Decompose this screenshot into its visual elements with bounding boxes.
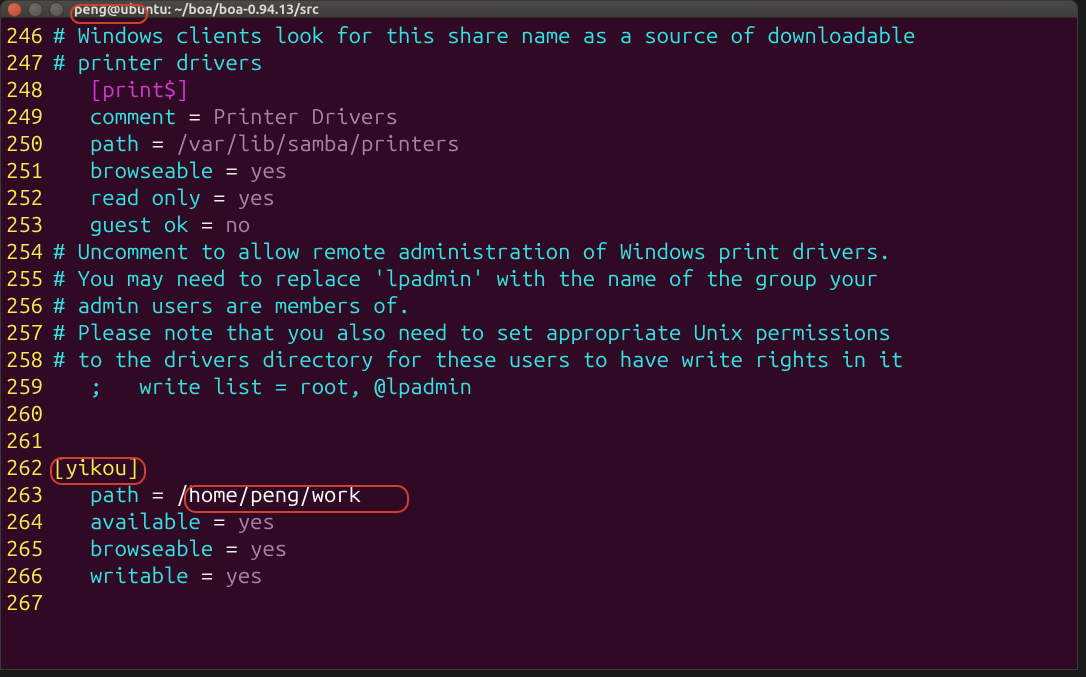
line-number: 252 <box>1 184 53 211</box>
line-number: 249 <box>1 103 53 130</box>
editor-area[interactable]: 246# Windows clients look for this share… <box>1 18 1077 670</box>
code-line: 267 <box>1 589 1077 616</box>
code-content: # Please note that you also need to set … <box>53 319 891 346</box>
code-line: 265 browseable = yes <box>1 535 1077 562</box>
line-number: 254 <box>1 238 53 265</box>
window-title: peng@ubuntu: ~/boa/boa-0.94.13/src <box>74 1 319 17</box>
code-line: 256# admin users are members of. <box>1 292 1077 319</box>
line-number: 266 <box>1 562 53 589</box>
code-content: browseable = yes <box>53 157 287 184</box>
code-content: available = yes <box>53 508 275 535</box>
line-number: 267 <box>1 589 53 616</box>
code-content: writable = yes <box>53 562 262 589</box>
code-content: # printer drivers <box>53 49 262 76</box>
code-content: [print$] <box>53 76 189 103</box>
code-line: 262[yikou] <box>1 454 1077 481</box>
code-content: guest ok = no <box>53 211 250 238</box>
code-line: 250 path = /var/lib/samba/printers <box>1 130 1077 157</box>
code-content: # Uncomment to allow remote administrati… <box>53 238 891 265</box>
code-line: 263 path = /home/peng/work <box>1 481 1077 508</box>
code-line: 264 available = yes <box>1 508 1077 535</box>
code-line: 248 [print$] <box>1 76 1077 103</box>
line-number: 247 <box>1 49 53 76</box>
terminal-window: peng@ubuntu: ~/boa/boa-0.94.13/src 246# … <box>0 0 1078 670</box>
line-number: 253 <box>1 211 53 238</box>
line-number: 246 <box>1 22 53 49</box>
code-content: ; write list = root, @lpadmin <box>53 373 472 400</box>
code-content: read only = yes <box>53 184 275 211</box>
code-content: path = /home/peng/work <box>53 481 361 508</box>
code-line: 258# to the drivers directory for these … <box>1 346 1077 373</box>
line-number: 255 <box>1 265 53 292</box>
code-line: 252 read only = yes <box>1 184 1077 211</box>
code-line: 261 <box>1 427 1077 454</box>
maximize-icon[interactable] <box>49 2 64 17</box>
line-number: 248 <box>1 76 53 103</box>
line-number: 261 <box>1 427 53 454</box>
code-content: # Windows clients look for this share na… <box>53 22 915 49</box>
code-line: 246# Windows clients look for this share… <box>1 22 1077 49</box>
code-line: 257# Please note that you also need to s… <box>1 319 1077 346</box>
code-line: 259 ; write list = root, @lpadmin <box>1 373 1077 400</box>
line-number: 260 <box>1 400 53 427</box>
code-line: 251 browseable = yes <box>1 157 1077 184</box>
code-line: 254# Uncomment to allow remote administr… <box>1 238 1077 265</box>
line-number: 262 <box>1 454 53 481</box>
code-line: 260 <box>1 400 1077 427</box>
code-content: browseable = yes <box>53 535 287 562</box>
code-content: # to the drivers directory for these use… <box>53 346 903 373</box>
close-icon[interactable] <box>7 2 22 17</box>
titlebar[interactable]: peng@ubuntu: ~/boa/boa-0.94.13/src <box>1 1 1077 18</box>
line-number: 256 <box>1 292 53 319</box>
code-line: 253 guest ok = no <box>1 211 1077 238</box>
code-line: 266 writable = yes <box>1 562 1077 589</box>
minimize-icon[interactable] <box>28 2 43 17</box>
line-number: 259 <box>1 373 53 400</box>
code-content: comment = Printer Drivers <box>53 103 398 130</box>
code-line: 255# You may need to replace 'lpadmin' w… <box>1 265 1077 292</box>
line-number: 257 <box>1 319 53 346</box>
code-content: # You may need to replace 'lpadmin' with… <box>53 265 878 292</box>
line-number: 258 <box>1 346 53 373</box>
line-number: 264 <box>1 508 53 535</box>
line-number: 263 <box>1 481 53 508</box>
code-line: 247# printer drivers <box>1 49 1077 76</box>
code-content: [yikou] <box>53 454 139 481</box>
line-number: 250 <box>1 130 53 157</box>
code-line: 249 comment = Printer Drivers <box>1 103 1077 130</box>
line-number: 265 <box>1 535 53 562</box>
code-content: # admin users are members of. <box>53 292 410 319</box>
line-number: 251 <box>1 157 53 184</box>
code-content: path = /var/lib/samba/printers <box>53 130 460 157</box>
